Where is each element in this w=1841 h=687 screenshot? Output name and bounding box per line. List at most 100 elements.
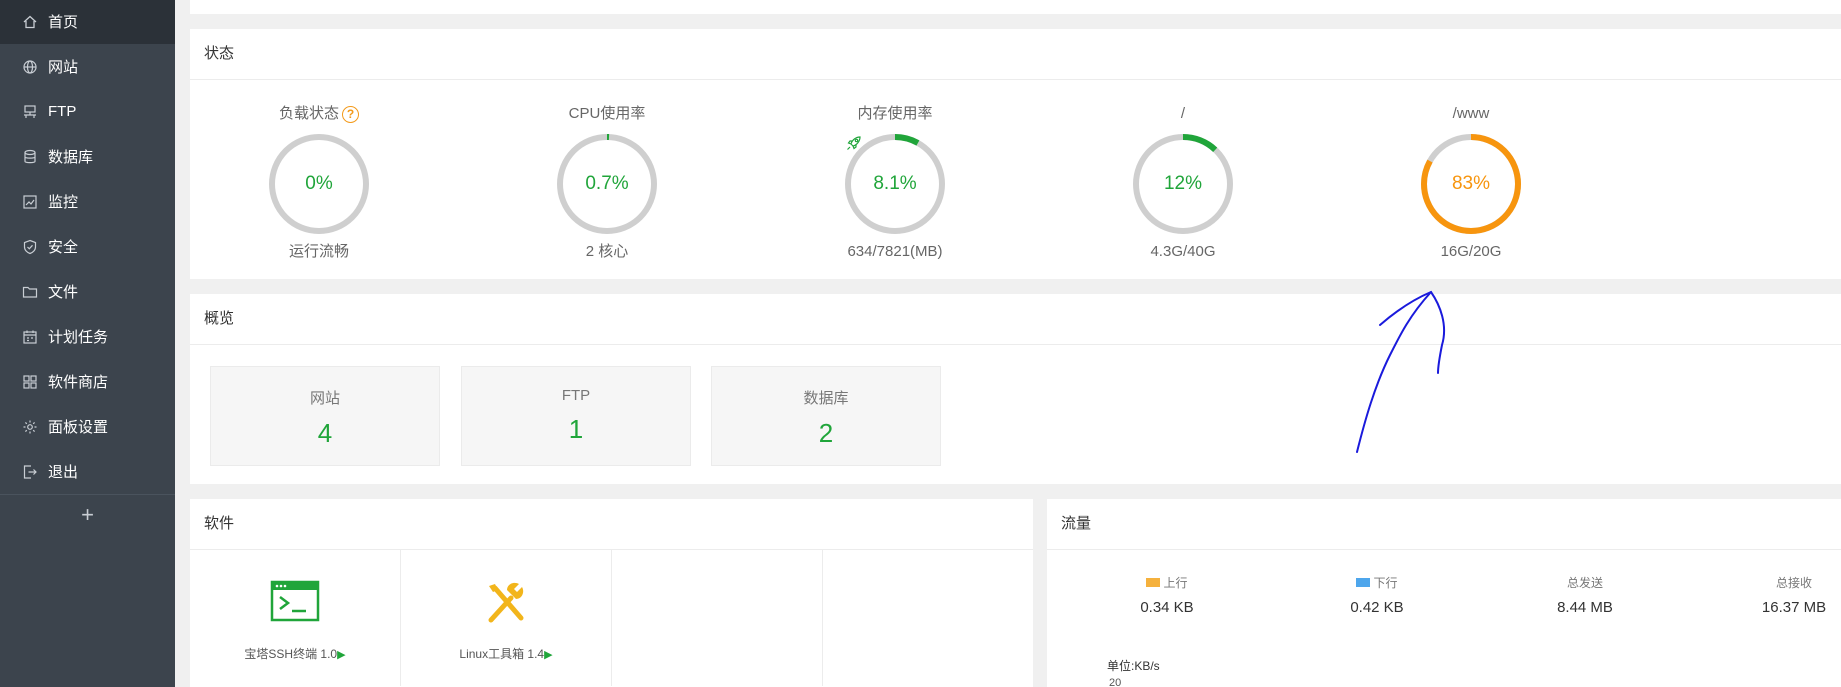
help-icon[interactable]: ? (342, 105, 359, 123)
traffic-total-sent: 总发送 8.44 MB (1520, 574, 1650, 616)
traffic-label: 总接收 (1775, 576, 1812, 590)
add-shortcut-button[interactable]: + (0, 494, 175, 534)
sidebar-item-cron[interactable]: 计划任务 (0, 314, 175, 359)
folder-icon (22, 284, 38, 300)
divider (190, 79, 1841, 80)
grid-icon (22, 374, 38, 390)
sidebar-item-label: 计划任务 (48, 329, 109, 346)
overview-card-name: FTP (561, 387, 591, 404)
gauge-value: 0.7% (585, 173, 629, 194)
sidebar-item-label: 文件 (48, 284, 79, 301)
overview-card-count[interactable]: 2 (712, 418, 940, 449)
traffic-total-received: 总接收 16.37 MB (1729, 574, 1841, 616)
traffic-upload: 上行 0.34 KB (1102, 574, 1232, 616)
gauge-cpu[interactable]: CPU使用率 0.7% 2 核心 (517, 104, 697, 262)
gauge-label: CPU使用率 (568, 105, 646, 122)
gauge-value: 8.1% (873, 173, 917, 194)
gauge-disk-www[interactable]: /www 83% 16G/20G (1381, 104, 1561, 262)
sidebar-item-monitor[interactable]: 监控 (0, 179, 175, 224)
shield-icon (22, 239, 38, 255)
sidebar-item-store[interactable]: 软件商店 (0, 359, 175, 404)
globe-icon (22, 59, 38, 75)
gauge-value: 83% (1451, 173, 1491, 194)
logout-icon (22, 464, 38, 480)
top-panel (190, 0, 1841, 14)
sidebar-item-ftp[interactable]: FTP (0, 89, 175, 134)
play-icon[interactable]: ▶ (544, 649, 552, 661)
gauge-sub: 634/7821(MB) (847, 243, 943, 260)
gauge-sub: 16G/20G (1440, 243, 1502, 260)
terminal-icon (270, 580, 320, 622)
tools-icon (488, 582, 524, 623)
sidebar-item-label: 数据库 (48, 149, 94, 166)
software-empty-slot (612, 550, 823, 686)
sidebar-item-home[interactable]: 首页 (0, 0, 175, 44)
ftp-icon (22, 104, 38, 120)
software-label: Linux工具箱 1.4 (459, 647, 545, 661)
play-icon[interactable]: ▶ (337, 649, 345, 661)
home-icon (22, 14, 38, 30)
gauge-ring: 0.7% (555, 132, 659, 236)
traffic-value: 0.34 KB (1140, 599, 1194, 616)
software-empty-slot (823, 550, 1034, 686)
software-item-ssh[interactable]: 宝塔SSH终端 1.0▶ (190, 550, 401, 686)
sidebar-item-label: 退出 (48, 464, 79, 481)
sidebar-item-security[interactable]: 安全 (0, 224, 175, 269)
download-swatch (1356, 578, 1371, 587)
overview-card-website[interactable]: 网站 4 (210, 366, 440, 466)
traffic-panel: 流量 上行 0.34 KB 下行 0.42 KB 总发送 8.44 MB 总接收… (1047, 499, 1841, 687)
software-panel: 软件 宝塔SSH终端 1.0▶ Linux工具箱 1.4▶ (190, 499, 1033, 687)
traffic-download: 下行 0.42 KB (1312, 574, 1442, 616)
overview-card-database[interactable]: 数据库 2 (711, 366, 941, 466)
divider (1047, 549, 1841, 550)
gauge-label: 负载状态 (278, 105, 339, 122)
software-label: 宝塔SSH终端 1.0 (244, 647, 338, 661)
traffic-title: 流量 (1061, 515, 1092, 532)
software-title: 软件 (204, 515, 235, 532)
gauge-label: / (1180, 105, 1186, 122)
software-item-toolbox[interactable]: Linux工具箱 1.4▶ (401, 550, 612, 686)
gear-icon (22, 419, 38, 435)
gauge-load[interactable]: 负载状态? 0% 运行流畅 (229, 104, 409, 262)
sidebar-item-label: 首页 (48, 14, 79, 31)
gauge-label: 内存使用率 (857, 105, 933, 122)
overview-card-count[interactable]: 1 (462, 414, 690, 445)
gauge-value: 0% (305, 173, 333, 194)
traffic-axis-tick: 20 (1109, 677, 1122, 687)
gauge-ring: 0% (267, 132, 371, 236)
sidebar-item-label: FTP (48, 103, 77, 120)
overview-panel: 概览 网站 4 FTP 1 数据库 2 (190, 294, 1841, 484)
divider (190, 344, 1841, 345)
gauge-ring: 83% (1419, 132, 1523, 236)
sidebar-item-website[interactable]: 网站 (0, 44, 175, 89)
sidebar-item-files[interactable]: 文件 (0, 269, 175, 314)
gauge-sub: 4.3G/40G (1150, 243, 1216, 260)
database-icon (22, 149, 38, 165)
overview-card-count[interactable]: 4 (211, 418, 439, 449)
sidebar-item-label: 面板设置 (48, 419, 109, 436)
calendar-icon (22, 329, 38, 345)
status-panel: 状态 负载状态? 0% 运行流畅 CPU使用率 0.7% 2 核心 内存使用率 … (190, 29, 1841, 279)
gauge-sub: 2 核心 (585, 243, 629, 260)
gauge-value: 12% (1163, 173, 1203, 194)
gauge-disk-root[interactable]: / 12% 4.3G/40G (1093, 104, 1273, 262)
sidebar-item-label: 软件商店 (48, 374, 109, 391)
gauge-ring: 8.1% (843, 132, 947, 236)
sidebar-item-database[interactable]: 数据库 (0, 134, 175, 179)
overview-card-ftp[interactable]: FTP 1 (461, 366, 691, 466)
traffic-label: 下行 (1373, 576, 1398, 590)
traffic-value: 16.37 MB (1761, 599, 1827, 616)
gauge-ring: 12% (1131, 132, 1235, 236)
traffic-value: 8.44 MB (1557, 599, 1613, 616)
gauge-memory[interactable]: 内存使用率 8.1% 634/7821(MB) (805, 104, 985, 262)
traffic-label: 总发送 (1566, 576, 1603, 590)
sidebar-item-label: 网站 (48, 59, 79, 76)
sidebar-item-logout[interactable]: 退出 (0, 449, 175, 494)
status-title: 状态 (204, 45, 235, 62)
upload-swatch (1146, 578, 1161, 587)
traffic-value: 0.42 KB (1350, 599, 1404, 616)
gauge-sub: 运行流畅 (288, 243, 349, 260)
monitor-icon (22, 194, 38, 210)
overview-card-name: 网站 (309, 390, 340, 407)
sidebar-item-settings[interactable]: 面板设置 (0, 404, 175, 449)
